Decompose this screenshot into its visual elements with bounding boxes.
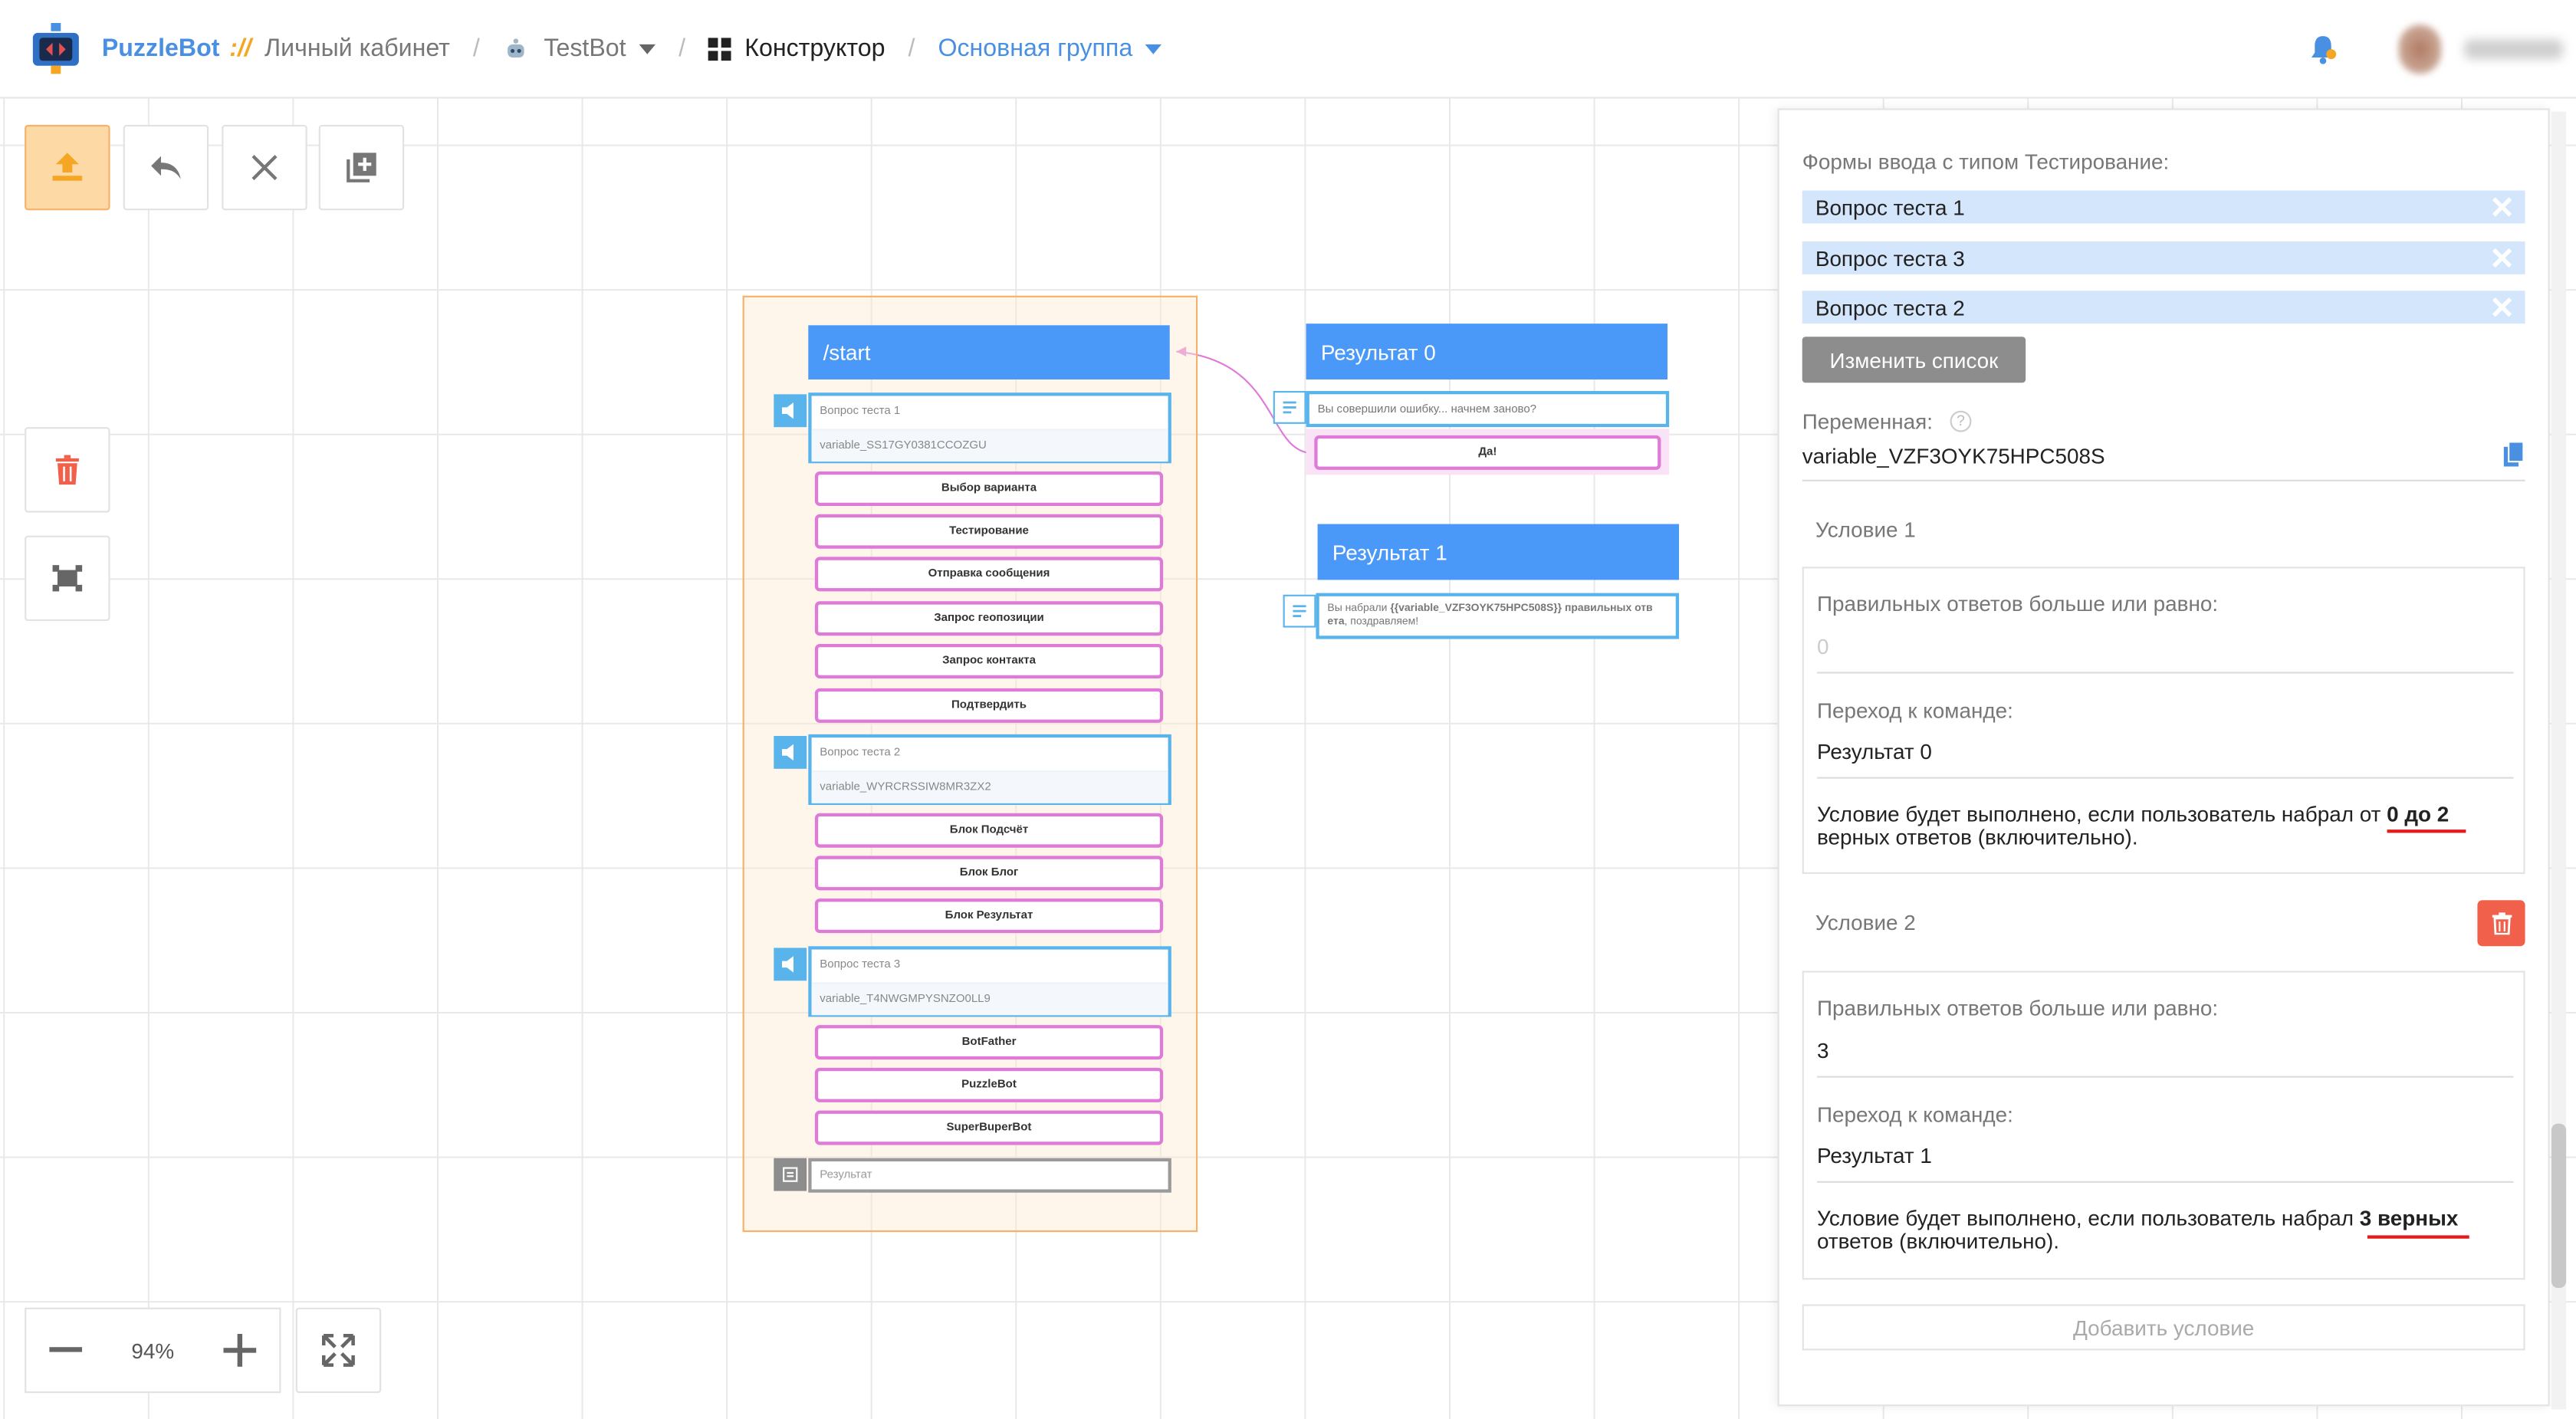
option-button[interactable]: Блок Блог (814, 856, 1164, 891)
copy-icon[interactable] (2503, 441, 2525, 475)
msg-variable: {{variable_VZF3OYK75HPC508S}} правильных… (1390, 603, 1653, 615)
divider (1802, 479, 2525, 481)
red-underline (2387, 829, 2466, 833)
note-text: Условие будет выполнено, если пользовате… (1817, 801, 2387, 826)
goto-select[interactable]: Результат 0 (1817, 739, 1932, 764)
form-question-1[interactable]: Вопрос теста 1 variable_SS17GY0381CCOZGU (808, 393, 1171, 464)
msg-text: , поздравляем! (1344, 616, 1419, 628)
condition-note: Условие будет выполнено, если пользовате… (1817, 803, 2507, 849)
option-button[interactable]: Подтвердить (814, 688, 1164, 723)
text-message-icon (1283, 594, 1316, 628)
option-button[interactable]: PuzzleBot (814, 1067, 1164, 1102)
form-question-3[interactable]: Вопрос теста 3 variable_T4NWGMPYSNZO0LL9 (808, 946, 1171, 1017)
divider (1817, 777, 2514, 779)
option-button[interactable]: Выбор варианта (814, 471, 1164, 506)
result-block[interactable]: Результат (808, 1158, 1171, 1193)
close-icon[interactable] (2489, 294, 2515, 320)
settings-panel: Формы ввода с типом Тестирование: Вопрос… (1777, 108, 2550, 1407)
form-variable: variable_SS17GY0381CCOZGU (811, 429, 1168, 462)
form-variable: variable_WYRCRSSIW8MR3ZX2 (811, 770, 1168, 803)
goto-select[interactable]: Результат 1 (1817, 1143, 1932, 1168)
form-type-icon (774, 736, 807, 769)
form-question-2[interactable]: Вопрос теста 2 variable_WYRCRSSIW8MR3ZX2 (808, 734, 1171, 805)
chip-label: Вопрос теста 2 (1815, 294, 1965, 320)
add-condition-button[interactable]: Добавить условие (1802, 1304, 2525, 1351)
option-button[interactable]: Запрос контакта (814, 644, 1164, 678)
form-chip: Вопрос теста 2 (1802, 291, 2525, 324)
option-button[interactable]: BotFather (814, 1025, 1164, 1060)
edit-list-button[interactable]: Изменить список (1802, 337, 2026, 383)
chip-label: Вопрос теста 1 (1815, 194, 1965, 220)
text-block-icon (774, 1158, 807, 1191)
min-answers-label: Правильных ответов больше или равно: (1817, 995, 2219, 1020)
panel-scrollbar[interactable] (2551, 111, 2567, 1410)
form-chip: Вопрос теста 1 (1802, 190, 2525, 224)
command-result-1[interactable]: Результат 1 (1317, 524, 1679, 580)
option-button[interactable]: Блок Результат (814, 898, 1164, 934)
divider (1817, 1076, 2514, 1078)
message-result-0[interactable]: Вы совершили ошибку... начнем заново? (1306, 390, 1670, 428)
condition-1-title: Условие 1 (1815, 517, 1916, 543)
close-icon[interactable] (2489, 245, 2515, 271)
message-result-1[interactable]: Вы набрали {{variable_VZF3OYK75HPC508S}}… (1316, 593, 1679, 639)
form-variable: variable_T4NWGMPYSNZO0LL9 (811, 982, 1168, 1016)
divider (1817, 1181, 2514, 1183)
chip-label: Вопрос теста 3 (1815, 245, 1965, 271)
scrollbar-thumb[interactable] (2551, 1123, 2567, 1288)
delete-condition-button[interactable] (2477, 900, 2525, 947)
variable-value: variable_VZF3OYK75HPC508S (1802, 443, 2105, 468)
min-answers-input[interactable]: 0 (1817, 634, 1829, 659)
note-text: ответов (включительно). (1817, 1228, 2060, 1253)
form-chip: Вопрос теста 3 (1802, 241, 2525, 274)
option-button[interactable]: Да! (1314, 435, 1661, 470)
min-answers-input[interactable]: 3 (1817, 1038, 1829, 1063)
option-button[interactable]: Тестирование (814, 514, 1164, 549)
option-button[interactable]: Блок Подсчёт (814, 813, 1164, 848)
goto-label: Переход к команде: (1817, 1102, 2013, 1127)
divider (1817, 672, 2514, 674)
close-icon[interactable] (2489, 194, 2515, 220)
condition-1-card: Правильных ответов больше или равно: 0 П… (1802, 567, 2525, 874)
forms-label: Формы ввода с типом Тестирование: (1802, 149, 2170, 175)
form-title: Вопрос теста 3 (820, 959, 901, 971)
note-range: 0 до 2 (2387, 801, 2450, 826)
option-button[interactable]: Отправка сообщения (814, 557, 1164, 592)
command-start[interactable]: /start (808, 325, 1170, 379)
msg-text: Вы набрали (1327, 603, 1388, 615)
condition-2-card: Правильных ответов больше или равно: 3 П… (1802, 971, 2525, 1280)
form-type-icon (774, 394, 807, 428)
red-underline (2367, 1235, 2469, 1239)
help-icon[interactable]: ? (1950, 410, 1972, 432)
option-button[interactable]: Запрос геопозиции (814, 601, 1164, 636)
form-title: Вопрос теста 1 (820, 406, 901, 418)
text-message-icon (1273, 390, 1306, 424)
condition-note: Условие будет выполнено, если пользовате… (1817, 1207, 2507, 1253)
note-range: 3 верных (2359, 1205, 2459, 1230)
min-answers-label: Правильных ответов больше или равно: (1817, 591, 2219, 616)
condition-2-title: Условие 2 (1815, 910, 1916, 935)
command-result-0[interactable]: Результат 0 (1306, 324, 1668, 379)
option-button[interactable]: SuperBuperBot (814, 1110, 1164, 1145)
msg-text-bold: ета (1327, 616, 1345, 628)
form-title: Вопрос теста 2 (820, 747, 901, 759)
note-text: Условие будет выполнено, если пользовате… (1817, 1205, 2360, 1230)
variable-label: Переменная: (1802, 409, 1933, 434)
note-text: верных ответов (включительно). (1817, 824, 2138, 849)
goto-label: Переход к команде: (1817, 698, 2013, 723)
form-type-icon (774, 948, 807, 981)
trash-icon (2491, 912, 2512, 935)
